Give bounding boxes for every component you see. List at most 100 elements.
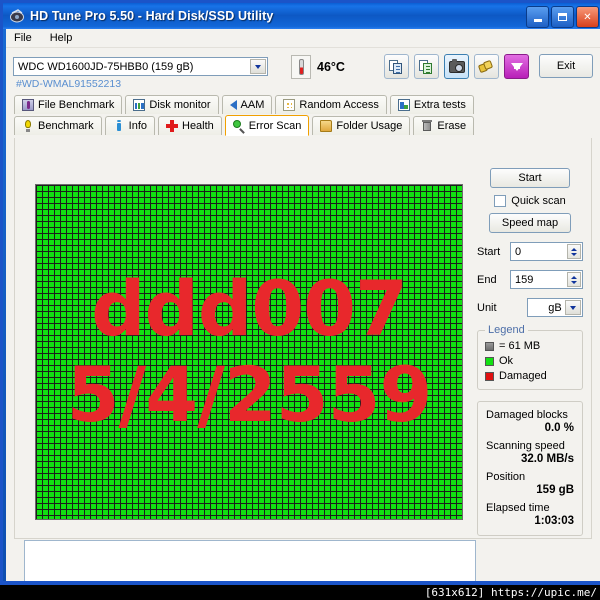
tab-label: Benchmark (38, 120, 94, 132)
error-scan-magnifier-icon (232, 119, 245, 132)
exit-button[interactable]: Exit (539, 54, 593, 78)
stat-value: 1:03:03 (534, 515, 574, 527)
drive-select-value: WDC WD1600JD-75HBB0 (159 gB) (18, 60, 194, 73)
start-stepper[interactable] (567, 244, 581, 259)
menu-file[interactable]: File (14, 32, 32, 44)
random-access-icon (283, 99, 296, 111)
tab-bar: File Benchmark Disk monitor AAM Random A… (6, 95, 600, 139)
chevron-down-icon[interactable] (250, 59, 266, 74)
stat-label: Elapsed time (486, 502, 550, 514)
title-bar: HD Tune Pro 5.50 - Hard Disk/SSD Utility… (3, 3, 600, 29)
minimize-button[interactable] (526, 6, 549, 28)
quick-scan-checkbox[interactable] (494, 195, 507, 207)
end-input-value: 159 (515, 273, 534, 286)
camera-icon[interactable] (444, 54, 469, 79)
legend-group: Legend = 61 MB Ok Damaged (477, 324, 583, 390)
maximize-button[interactable] (551, 6, 574, 28)
hdtune-disk-icon (9, 8, 25, 24)
tab-label: Error Scan (248, 119, 302, 132)
legend-label: = 61 MB (499, 340, 541, 352)
drive-serial: #WD-WMAL91552213 (16, 78, 122, 90)
legend-item: Damaged (485, 370, 575, 382)
menu-help[interactable]: Help (50, 32, 73, 44)
drive-select[interactable]: WDC WD1600JD-75HBB0 (159 gB) (13, 57, 268, 76)
stat-label: Damaged blocks (486, 409, 568, 421)
close-button[interactable]: ✕ (576, 6, 599, 28)
tab-label: Folder Usage (336, 120, 403, 132)
copy-icon[interactable] (384, 54, 409, 79)
health-cross-icon (166, 120, 178, 132)
start-input[interactable]: 0 (510, 242, 583, 261)
stat-value: 159 gB (536, 484, 574, 496)
tab-info[interactable]: Info (104, 116, 155, 135)
unit-field-label: Unit (477, 301, 497, 314)
legend-ok-swatch (485, 356, 494, 366)
menu-bar: File Help (6, 29, 600, 48)
window-controls: ✕ (526, 6, 599, 28)
watermark-text: [631x612] https://upic.me/ (424, 586, 597, 599)
legend-block-swatch (485, 341, 494, 351)
tab-erase[interactable]: Erase (413, 116, 475, 135)
disk-monitor-icon (133, 99, 146, 111)
start-field-row: Start 0 (477, 242, 583, 261)
tab-label: Extra tests (413, 99, 466, 111)
start-button[interactable]: Start (490, 168, 570, 188)
download-icon[interactable] (504, 54, 529, 79)
tab-health[interactable]: Health (158, 116, 222, 135)
legend-item: = 61 MB (485, 340, 575, 352)
error-scan-panel: ddd007 5/4/2559 Start Quick scan Speed m… (14, 138, 592, 539)
tab-row-lower: Benchmark Info Health Error Scan Folder … (14, 115, 475, 136)
tab-folder-usage[interactable]: Folder Usage (312, 116, 411, 135)
tab-file-benchmark[interactable]: File Benchmark (14, 95, 123, 114)
tab-disk-monitor[interactable]: Disk monitor (125, 95, 219, 114)
scan-grid (36, 185, 462, 519)
application-window: HD Tune Pro 5.50 - Hard Disk/SSD Utility… (0, 0, 600, 592)
unit-select[interactable]: gB (527, 298, 583, 317)
quick-scan-row[interactable]: Quick scan (477, 195, 583, 207)
temperature-readout: 46°C (317, 60, 345, 74)
tab-label: AAM (240, 99, 265, 111)
aam-speaker-icon (229, 100, 237, 110)
stat-value: 0.0 % (544, 422, 574, 434)
tab-label: Random Access (299, 99, 379, 111)
key-icon[interactable] (474, 54, 499, 79)
legend-item: Ok (485, 355, 575, 367)
legend-damaged-swatch (485, 371, 494, 381)
start-input-value: 0 (515, 245, 522, 258)
tab-error-scan[interactable]: Error Scan (224, 115, 310, 136)
unit-select-value: gB (548, 301, 562, 314)
info-icon (113, 120, 125, 132)
chevron-down-icon[interactable] (565, 300, 581, 315)
toolbar: WDC WD1600JD-75HBB0 (159 gB) #WD-WMAL915… (6, 51, 600, 95)
tab-label: Health (182, 120, 214, 132)
end-field-label: End (477, 273, 497, 286)
start-field-label: Start (477, 245, 501, 258)
tab-benchmark[interactable]: Benchmark (14, 116, 102, 135)
toolbar-buttons (384, 54, 529, 79)
tab-extra-tests[interactable]: Extra tests (389, 95, 474, 114)
unit-field-row: Unit gB (477, 298, 583, 317)
stat-value: 32.0 MB/s (520, 453, 574, 465)
stat-label: Position (486, 471, 526, 483)
tab-label: Info (128, 120, 147, 132)
end-input[interactable]: 159 (510, 270, 583, 289)
legend-label: Damaged (499, 370, 547, 382)
tab-random-access[interactable]: Random Access (275, 95, 387, 114)
client-area: File Help WDC WD1600JD-75HBB0 (159 gB) #… (6, 29, 600, 592)
scan-block-map[interactable]: ddd007 5/4/2559 (35, 184, 463, 520)
end-stepper[interactable] (567, 272, 581, 287)
tab-label: File Benchmark (38, 99, 115, 111)
thermometer-icon (291, 55, 311, 79)
extra-tests-icon (397, 99, 410, 111)
tab-label: Erase (437, 120, 467, 132)
copy-green-icon[interactable] (414, 54, 439, 79)
quick-scan-label: Quick scan (511, 195, 566, 207)
tab-label: Disk monitor (149, 99, 211, 111)
end-field-row: End 159 (477, 270, 583, 289)
tab-aam[interactable]: AAM (221, 95, 273, 114)
legend-label: Ok (499, 355, 514, 367)
scan-controls: Start Quick scan Speed map Start 0 End 1… (477, 168, 583, 536)
erase-trash-icon (421, 120, 433, 132)
watermark-bar: [631x612] https://upic.me/ (0, 585, 600, 600)
speed-map-button[interactable]: Speed map (489, 213, 571, 233)
